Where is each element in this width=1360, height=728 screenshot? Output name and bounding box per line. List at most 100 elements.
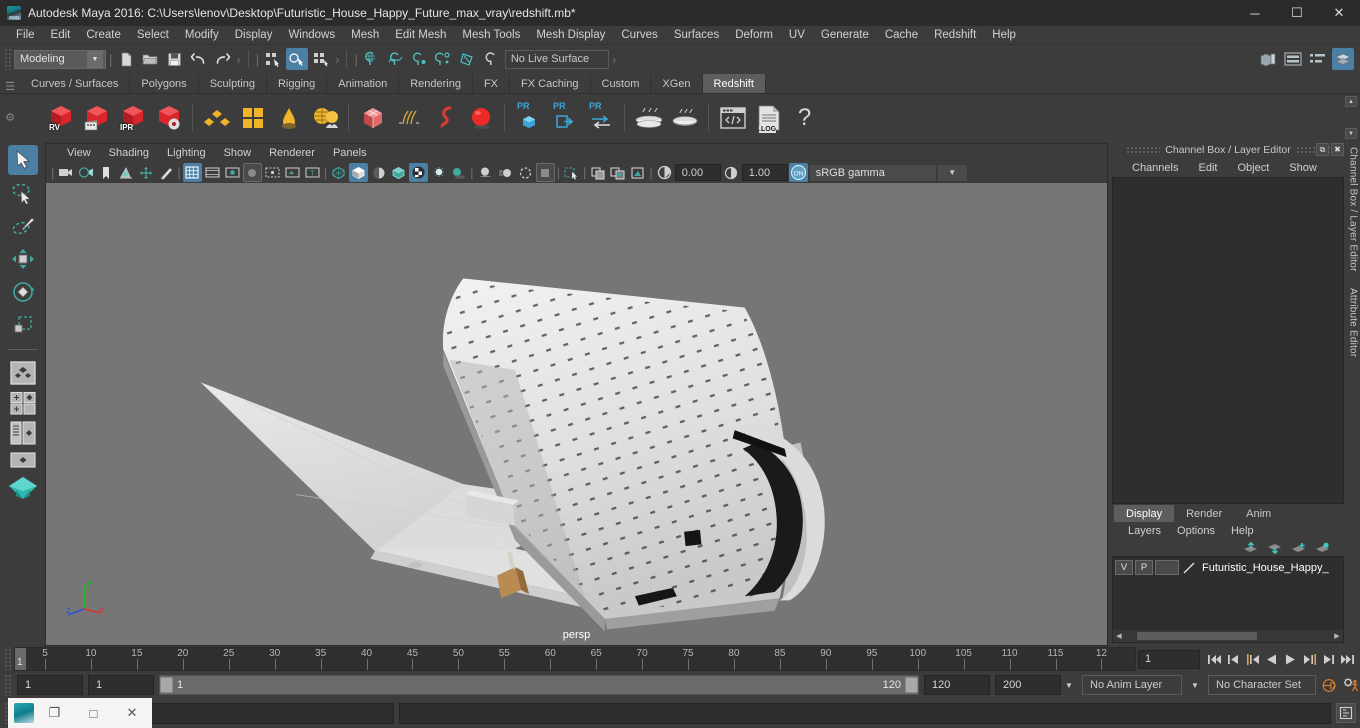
character-set-chevron-down-icon[interactable]: ▼ <box>1187 681 1203 690</box>
channel-box-menu-show[interactable]: Show <box>1279 162 1327 174</box>
persp-graph-layout-icon[interactable] <box>6 450 40 470</box>
undo-icon[interactable] <box>187 48 209 70</box>
undock-icon[interactable]: ⧉ <box>1316 143 1329 156</box>
lasso-select-tool-icon[interactable] <box>8 178 38 208</box>
grid-toggle-icon[interactable] <box>182 163 202 182</box>
menu-create[interactable]: Create <box>78 28 129 42</box>
vtab-attribute-editor[interactable]: Attribute Editor <box>1348 288 1359 357</box>
menu-help[interactable]: Help <box>984 28 1024 42</box>
new-layer-from-selected-icon[interactable] <box>1315 542 1330 554</box>
new-layer-icon[interactable] <box>1291 542 1306 554</box>
menu-edit[interactable]: Edit <box>43 28 79 42</box>
snap-to-projected-center-icon[interactable] <box>433 48 455 70</box>
redshift-ipr-icon[interactable]: IPR <box>116 101 149 134</box>
redshift-render-settings-icon[interactable] <box>152 101 185 134</box>
menu-deform[interactable]: Deform <box>727 28 781 42</box>
layer-list[interactable]: V P Futuristic_House_Happy_ ◀ ▶ <box>1112 556 1344 643</box>
redshift-bump-icon[interactable] <box>272 101 305 134</box>
close-window-button[interactable]: ✕ <box>112 698 152 728</box>
shelf-tab-rigging[interactable]: Rigging <box>266 74 328 93</box>
redshift-hair-icon[interactable] <box>392 101 425 134</box>
motion-blur-icon[interactable] <box>496 163 515 182</box>
menu-mesh-tools[interactable]: Mesh Tools <box>454 28 528 42</box>
use-default-material-icon[interactable] <box>389 163 408 182</box>
maximize-window-button[interactable]: □ <box>75 698 112 728</box>
move-tool-icon[interactable] <box>8 244 38 274</box>
show-hide-editors-icon[interactable] <box>1257 48 1279 70</box>
gamma-icon[interactable] <box>722 163 741 182</box>
menu-uv[interactable]: UV <box>781 28 813 42</box>
shelf-grip-icon[interactable]: ☰ <box>0 80 20 93</box>
menu-cache[interactable]: Cache <box>877 28 926 42</box>
multisample-aa-icon[interactable] <box>516 163 535 182</box>
resolution-gate-icon[interactable] <box>223 163 242 182</box>
new-scene-icon[interactable] <box>115 48 137 70</box>
viewport-menu-view[interactable]: View <box>58 147 100 159</box>
layer-color-swatch-icon[interactable] <box>1181 560 1197 576</box>
snap-to-view-plane-icon[interactable] <box>457 48 479 70</box>
layer-menu-help[interactable]: Help <box>1223 525 1262 537</box>
xray-active-components-icon[interactable] <box>608 163 627 182</box>
bookmark-icon[interactable] <box>96 163 115 182</box>
menu-modify[interactable]: Modify <box>177 28 227 42</box>
shelf-tab-rendering[interactable]: Rendering <box>399 74 473 93</box>
redshift-bake-set-icon[interactable] <box>668 101 701 134</box>
channel-box-content[interactable] <box>1112 177 1344 504</box>
camera-attributes-icon[interactable] <box>76 163 95 182</box>
scrollbar-thumb[interactable] <box>1137 632 1257 640</box>
layer-menu-layers[interactable]: Layers <box>1120 525 1169 537</box>
time-slider[interactable]: 1 5 10 15 20 25 30 35 40 45 50 55 60 65 70 75 80 85 90 95 1… <box>14 647 1136 671</box>
film-origin-icon[interactable] <box>263 163 282 182</box>
tab-display[interactable]: Display <box>1114 505 1175 522</box>
vtab-channel-box-layer-editor[interactable]: Channel Box / Layer Editor <box>1348 147 1359 272</box>
outliner-persp-layout-icon[interactable] <box>6 419 40 447</box>
redshift-pr-transfer-icon[interactable]: PR <box>584 101 617 134</box>
shelf-tab-fx-caching[interactable]: FX Caching <box>510 74 591 93</box>
smooth-shade-flat-icon[interactable] <box>369 163 388 182</box>
animation-start-field[interactable]: 1 <box>17 675 83 695</box>
use-all-lights-icon[interactable] <box>429 163 448 182</box>
layer-display-type-toggle[interactable] <box>1155 560 1179 575</box>
shelf-tab-polygons[interactable]: Polygons <box>130 74 199 93</box>
redshift-render-sequence-icon[interactable] <box>80 101 113 134</box>
single-perspective-layout-icon[interactable] <box>6 359 40 387</box>
shelf-tab-xgen[interactable]: XGen <box>651 74 703 93</box>
exposure-icon[interactable] <box>655 163 674 182</box>
play-backwards-icon[interactable] <box>1263 649 1280 669</box>
viewport-menu-lighting[interactable]: Lighting <box>158 147 215 159</box>
menu-edit-mesh[interactable]: Edit Mesh <box>387 28 454 42</box>
panel-grip[interactable] <box>1126 146 1161 153</box>
layer-menu-options[interactable]: Options <box>1169 525 1223 537</box>
close-button[interactable]: ✕ <box>1318 0 1360 26</box>
channel-box-menu-edit[interactable]: Edit <box>1188 162 1227 174</box>
redo-icon[interactable] <box>211 48 233 70</box>
close-icon[interactable]: ✖ <box>1331 143 1344 156</box>
current-frame-field[interactable]: 1 <box>1138 649 1200 669</box>
animation-preferences-icon[interactable] <box>1343 675 1360 695</box>
channel-box-menu-channels[interactable]: Channels <box>1122 162 1188 174</box>
layer-visibility-toggle[interactable]: V <box>1115 560 1133 575</box>
four-view-layout-icon[interactable] <box>6 390 40 416</box>
select-tool-icon[interactable] <box>7 145 38 175</box>
shelf-tab-redshift[interactable]: Redshift <box>702 74 766 93</box>
menu-surfaces[interactable]: Surfaces <box>666 28 727 42</box>
step-back-key-icon[interactable] <box>1244 649 1261 669</box>
redshift-material-icon[interactable] <box>200 101 233 134</box>
select-by-hierarchy-icon[interactable] <box>262 48 284 70</box>
make-live-icon[interactable] <box>481 48 503 70</box>
step-forward-frame-icon[interactable] <box>1320 649 1337 669</box>
menu-select[interactable]: Select <box>129 28 177 42</box>
auto-keyframe-icon[interactable] <box>1321 675 1338 695</box>
menu-display[interactable]: Display <box>227 28 281 42</box>
menu-mesh-display[interactable]: Mesh Display <box>528 28 613 42</box>
hypershade-layout-icon[interactable] <box>6 473 40 503</box>
shelf-settings-icon[interactable]: ⚙ <box>0 94 20 141</box>
wireframe-shading-icon[interactable] <box>329 163 348 182</box>
tool-settings-icon[interactable] <box>1307 48 1329 70</box>
color-profile-selector[interactable]: sRGB gamma <box>808 163 937 182</box>
xray-icon[interactable] <box>562 163 581 182</box>
viewport-menu-renderer[interactable]: Renderer <box>260 147 324 159</box>
move-layer-up-icon[interactable] <box>1243 542 1258 554</box>
two-d-pan-zoom-icon[interactable] <box>136 163 155 182</box>
shelf-tab-animation[interactable]: Animation <box>327 74 400 93</box>
